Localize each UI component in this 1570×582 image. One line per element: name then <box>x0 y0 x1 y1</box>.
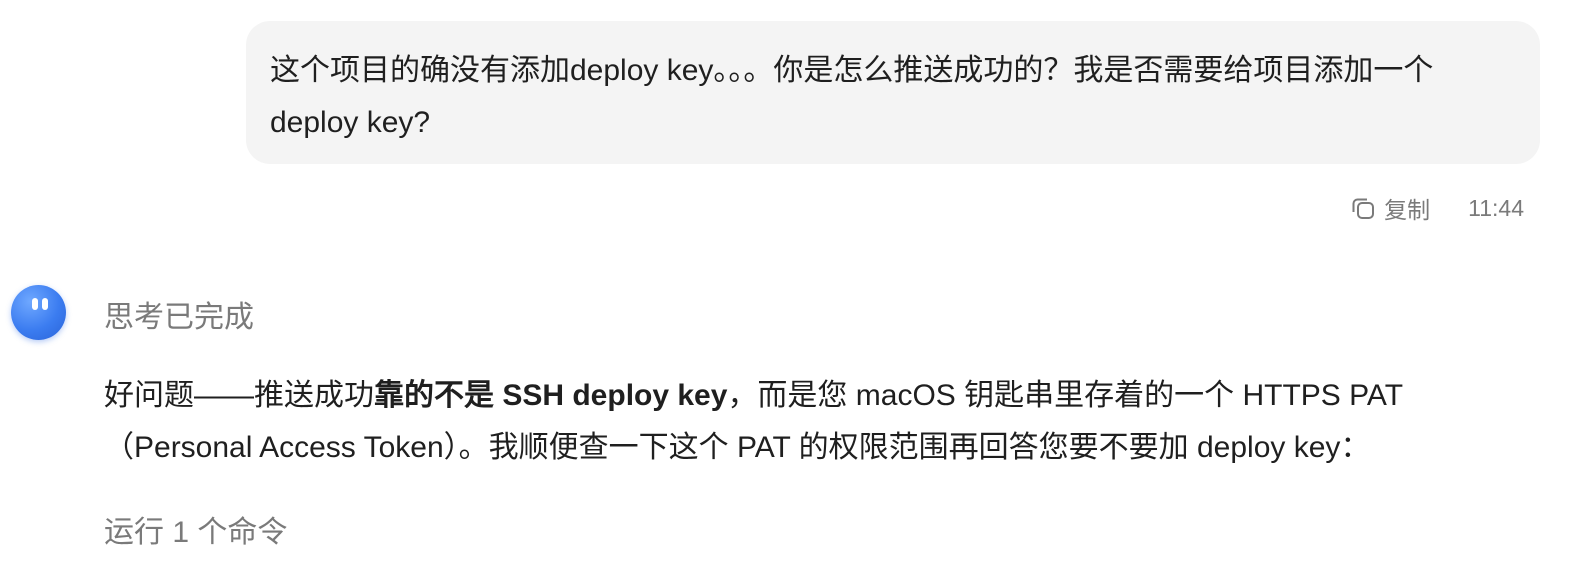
answer-text-part-1: 好问题——推送成功 <box>104 379 374 412</box>
chat-page: 这个项目的确没有添加deploy key。。。你是怎么推送成功的？我是否需要给项… <box>0 0 1570 582</box>
answer-text-part-2: ，而是您 macOS 钥匙串里存着的一个 HTTPS PAT <box>727 379 1404 412</box>
user-message-line-1: 这个项目的确没有添加deploy key。。。你是怎么推送成功的？我是否需要给项… <box>270 54 1434 87</box>
user-message-line-2: deploy key? <box>270 106 431 139</box>
thinking-status-toggle[interactable]: 思考已完成 <box>104 292 254 336</box>
answer-line-2: （Personal Access Token）。我顺便查一下这个 PAT 的权限… <box>104 431 1371 464</box>
answer-line-1: 好问题——推送成功靠的不是 SSH deploy key，而是您 macOS 钥… <box>104 370 1544 422</box>
copy-label: 复制 <box>1384 197 1431 223</box>
copy-icon <box>1350 195 1376 221</box>
user-message-bubble: 这个项目的确没有添加deploy key。。。你是怎么推送成功的？我是否需要给项… <box>246 21 1540 164</box>
message-timestamp: 11:44 <box>1468 194 1524 221</box>
assistant-answer: 好问题——推送成功靠的不是 SSH deploy key，而是您 macOS 钥… <box>104 370 1544 474</box>
avatar-left-eye <box>32 298 38 310</box>
message-meta-row: 复制 11:44 <box>1350 188 1524 228</box>
avatar-right-eye <box>42 298 48 310</box>
answer-bold-text: 靠的不是 SSH deploy key <box>374 379 728 412</box>
run-command-toggle[interactable]: 运行 1 个命令 <box>104 507 287 551</box>
copy-button[interactable]: 复制 <box>1350 191 1430 225</box>
assistant-avatar <box>11 285 66 340</box>
